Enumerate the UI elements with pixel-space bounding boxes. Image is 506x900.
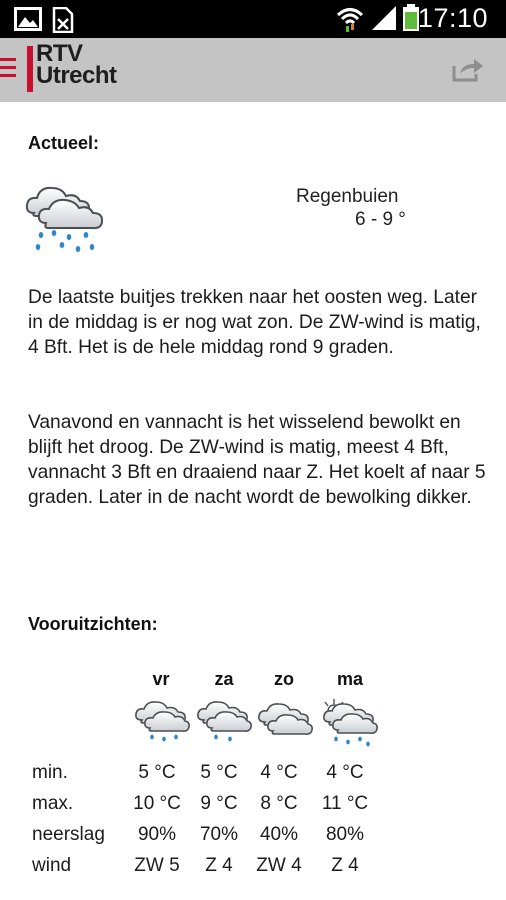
rain-icon (197, 701, 252, 742)
forecast-wind: ZW 5 (134, 855, 180, 876)
current-paragraph-2: Vanavond en vannacht is het wisselend be… (28, 412, 486, 508)
share-icon[interactable] (452, 56, 484, 82)
rain-icon (135, 701, 190, 742)
forecast-min: 4 °C (326, 762, 364, 783)
row-label-neerslag: neerslag (32, 824, 105, 845)
current-description: Regenbuien (296, 186, 399, 207)
forecast-max: 9 °C (200, 793, 238, 814)
rain-showers-icon (25, 186, 104, 252)
rain-sun-icon (323, 699, 378, 747)
current-title: Actueel: (28, 133, 100, 153)
forecast-neerslag: 40% (259, 824, 299, 845)
forecast-min: 4 °C (260, 762, 298, 783)
forecast-max: 11 °C (321, 793, 369, 814)
menu-icon[interactable] (0, 58, 16, 80)
forecast-max: 10 °C (133, 793, 181, 814)
day-label-vr: vr (152, 669, 170, 689)
day-label-za: za (214, 669, 234, 689)
gallery-icon (14, 7, 42, 31)
forecast-wind: ZW 4 (256, 855, 302, 876)
forecast-min: 5 °C (200, 762, 238, 783)
wifi-icon (336, 8, 364, 32)
forecast-neerslag: 80% (325, 824, 365, 845)
signal-icon (372, 6, 396, 30)
status-bar: 17:10 (0, 0, 506, 38)
logo-line-2: Utrecht (36, 62, 117, 89)
forecast-wind: Z 4 (331, 855, 359, 876)
forecast-max: 8 °C (260, 793, 298, 814)
cloud-icon (258, 703, 313, 735)
logo[interactable]: RTV Utrecht (36, 42, 117, 89)
forecast-neerslag: 90% (137, 824, 177, 845)
clock: 17:10 (417, 3, 488, 33)
day-label-ma: ma (336, 669, 363, 689)
forecast-wind: Z 4 (205, 855, 233, 876)
logo-bar (27, 46, 33, 92)
forecast-title: Vooruitzichten: (28, 614, 158, 634)
row-label-min: min. (32, 762, 68, 783)
current-paragraph-1: De laatste buitjes trekken naar het oost… (28, 287, 481, 358)
sim-missing-icon (52, 7, 74, 33)
forecast-min: 5 °C (138, 762, 176, 783)
current-temperature: 6 - 9 ° (355, 209, 406, 230)
day-label-zo: zo (274, 669, 294, 689)
row-label-wind: wind (32, 855, 72, 876)
row-label-max: max. (32, 793, 74, 814)
forecast-neerslag: 70% (199, 824, 239, 845)
app-bar: RTV Utrecht (0, 38, 506, 102)
